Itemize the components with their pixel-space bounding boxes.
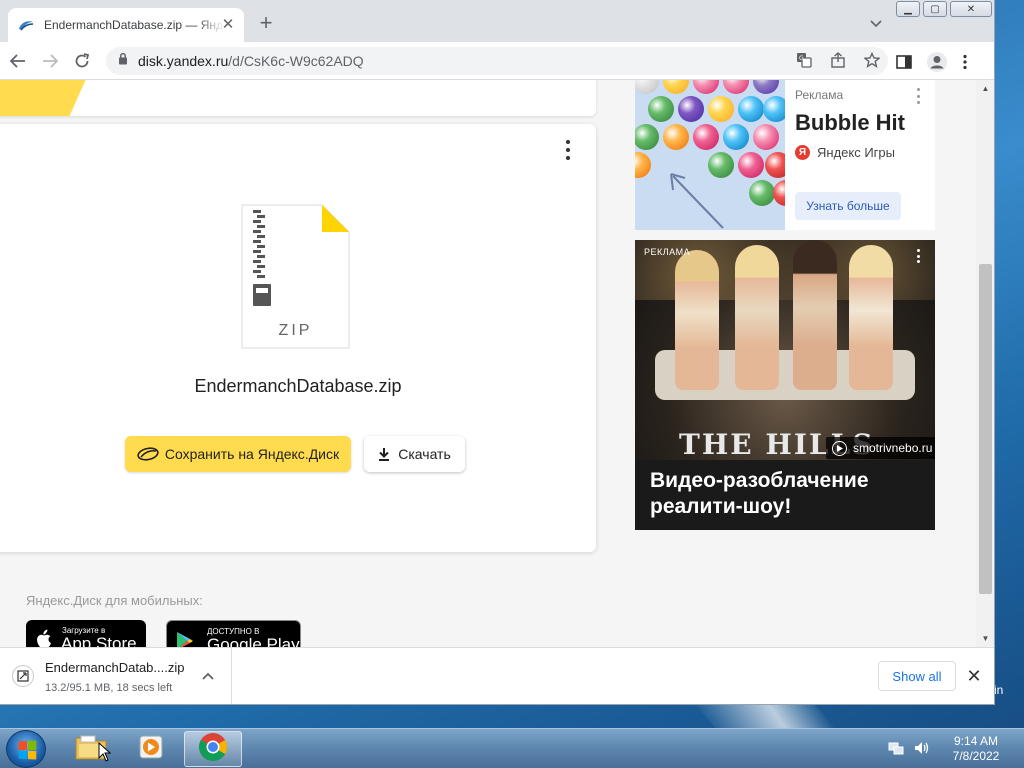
page-scrollbar[interactable]: ▲ ▼ bbox=[976, 80, 994, 647]
download-status: 13.2/95.1 MB, 18 secs left bbox=[45, 682, 173, 694]
system-tray bbox=[888, 740, 930, 761]
ad-source-text: smotrivnebo.ru bbox=[853, 441, 933, 455]
start-button[interactable] bbox=[6, 730, 46, 768]
ad-options-icon[interactable] bbox=[917, 88, 921, 104]
ad-headline: Видео-разоблачение реалити-шоу! bbox=[650, 469, 869, 518]
scrollbar-thumb[interactable] bbox=[979, 264, 992, 594]
google-play-logo-icon bbox=[176, 631, 194, 647]
ad-source[interactable]: smotrivnebo.ru bbox=[826, 437, 935, 459]
file-card: ZIP EndermanchDatabase.zip Сохранить на … bbox=[0, 124, 596, 552]
new-tab-button[interactable]: + bbox=[256, 12, 276, 34]
save-button-label: Сохранить на Яндекс.Диск bbox=[164, 446, 340, 462]
windows-taskbar: 9:14 AM 7/8/2022 bbox=[0, 728, 1024, 768]
close-download-bar-icon[interactable]: ✕ bbox=[964, 665, 984, 687]
save-to-disk-button[interactable]: Сохранить на Яндекс.Диск bbox=[125, 436, 351, 472]
learn-more-button[interactable]: Узнать больше bbox=[795, 192, 901, 220]
google-play-big-text: Google Play bbox=[207, 635, 300, 647]
download-item[interactable]: EndermanchDatab....zip 13.2/95.1 MB, 18 … bbox=[0, 648, 232, 704]
maximize-button[interactable]: ▢ bbox=[923, 1, 947, 17]
ad-brand-name: Яндекс Игры bbox=[817, 145, 895, 160]
translate-icon[interactable]: G bbox=[796, 52, 812, 73]
clock-time: 9:14 AM bbox=[953, 734, 999, 748]
network-icon[interactable] bbox=[888, 740, 904, 761]
download-file-name: EndermanchDatab....zip bbox=[45, 660, 185, 675]
forward-arrow-icon[interactable] bbox=[39, 50, 61, 72]
browser-menu-icon[interactable] bbox=[962, 54, 968, 75]
scroll-down-arrow-icon[interactable]: ▼ bbox=[976, 630, 994, 647]
ad-reality-show[interactable]: РЕКЛАМА THE HILLS smotrivnebo.ru Видео-р… bbox=[635, 240, 935, 530]
yandex-disk-favicon-icon bbox=[18, 17, 34, 33]
taskbar-chrome[interactable] bbox=[184, 731, 242, 767]
google-play-badge[interactable]: ДОСТУПНО В Google Play bbox=[166, 620, 301, 647]
ad-brand: Я Яндекс Игры bbox=[795, 145, 895, 160]
close-window-button[interactable]: ✕ bbox=[950, 1, 992, 17]
active-tab[interactable]: EndermanchDatabase.zip — Яндекс.Диск ✕ bbox=[8, 8, 244, 42]
file-name: EndermanchDatabase.zip bbox=[194, 376, 402, 396]
reload-icon[interactable] bbox=[71, 50, 93, 72]
header-card bbox=[0, 80, 596, 116]
browser-toolbar: disk.yandex.ru/d/CsK6c-W9c62ADQ G bbox=[0, 42, 994, 80]
mobile-apps-label: Яндекс.Диск для мобильных: bbox=[26, 593, 203, 608]
apple-logo-icon bbox=[35, 629, 51, 647]
media-player-icon bbox=[138, 734, 164, 765]
url-host: disk.yandex.ru bbox=[138, 53, 229, 69]
ad-photo bbox=[635, 240, 935, 460]
header-yellow-shape bbox=[0, 80, 90, 116]
ad-label: РЕКЛАМА bbox=[644, 247, 691, 257]
windows-logo-icon bbox=[18, 740, 37, 760]
browser-window: EndermanchDatabase.zip — Яндекс.Диск ✕ +… bbox=[0, 0, 995, 705]
chevron-up-icon[interactable] bbox=[200, 668, 216, 684]
tab-title: EndermanchDatabase.zip — Яндекс.Диск bbox=[44, 18, 224, 32]
desktop-edge-text: in bbox=[994, 683, 1004, 697]
tab-search-chevron-icon[interactable] bbox=[866, 14, 886, 34]
ad-title: Bubble Hit bbox=[795, 110, 905, 135]
taskbar-media-player[interactable] bbox=[122, 731, 180, 767]
mouse-cursor-icon bbox=[98, 741, 112, 762]
url-path: /d/CsK6c-W9c62ADQ bbox=[228, 53, 364, 69]
zip-file-icon: ZIP bbox=[241, 204, 350, 349]
download-shelf: EndermanchDatab....zip 13.2/95.1 MB, 18 … bbox=[0, 647, 994, 704]
ad-bubble-hit[interactable]: Реклама Bubble Hit Я Яндекс Игры Узнать … bbox=[635, 80, 935, 230]
ad-label: Реклама bbox=[795, 88, 844, 102]
window-controls: ▁ ▢ ✕ bbox=[896, 1, 992, 17]
yandex-disk-icon bbox=[137, 447, 159, 461]
header-card-body bbox=[114, 80, 594, 116]
download-button[interactable]: Скачать bbox=[364, 436, 465, 472]
ad-options-icon[interactable] bbox=[917, 249, 921, 263]
volume-icon[interactable] bbox=[914, 740, 930, 761]
tab-close-icon[interactable]: ✕ bbox=[220, 17, 236, 33]
share-icon[interactable] bbox=[830, 52, 846, 73]
bookmark-star-icon[interactable] bbox=[863, 51, 881, 73]
download-icon bbox=[378, 447, 390, 461]
tab-strip: EndermanchDatabase.zip — Яндекс.Диск ✕ +… bbox=[0, 0, 994, 42]
file-menu-icon[interactable] bbox=[560, 140, 576, 160]
zip-type-label: ZIP bbox=[278, 322, 313, 339]
minimize-button[interactable]: ▁ bbox=[896, 1, 920, 17]
scroll-up-arrow-icon[interactable]: ▲ bbox=[976, 80, 994, 97]
lock-icon[interactable] bbox=[118, 52, 128, 70]
app-store-badge[interactable]: Загрузите в App Store bbox=[26, 620, 146, 647]
url-text: disk.yandex.ru/d/CsK6c-W9c62ADQ bbox=[138, 53, 364, 69]
back-arrow-icon[interactable] bbox=[7, 50, 29, 72]
bubble-game-image bbox=[635, 80, 785, 230]
taskbar-clock[interactable]: 9:14 AM 7/8/2022 bbox=[940, 734, 1012, 764]
downloading-file-icon bbox=[12, 665, 34, 687]
play-icon bbox=[832, 440, 847, 456]
yandex-games-logo-icon: Я bbox=[795, 145, 810, 160]
profile-avatar-icon[interactable] bbox=[926, 51, 948, 78]
address-bar[interactable]: disk.yandex.ru/d/CsK6c-W9c62ADQ G bbox=[106, 47, 888, 75]
side-panel-icon[interactable] bbox=[896, 55, 912, 74]
chrome-icon bbox=[198, 732, 228, 767]
download-button-label: Скачать bbox=[398, 446, 451, 462]
page-viewport: ZIP EndermanchDatabase.zip Сохранить на … bbox=[0, 80, 994, 647]
show-all-button[interactable]: Show all bbox=[878, 661, 956, 691]
app-store-big-text: App Store bbox=[61, 634, 137, 647]
svg-text:G: G bbox=[799, 55, 804, 62]
clock-date: 7/8/2022 bbox=[952, 749, 1000, 763]
